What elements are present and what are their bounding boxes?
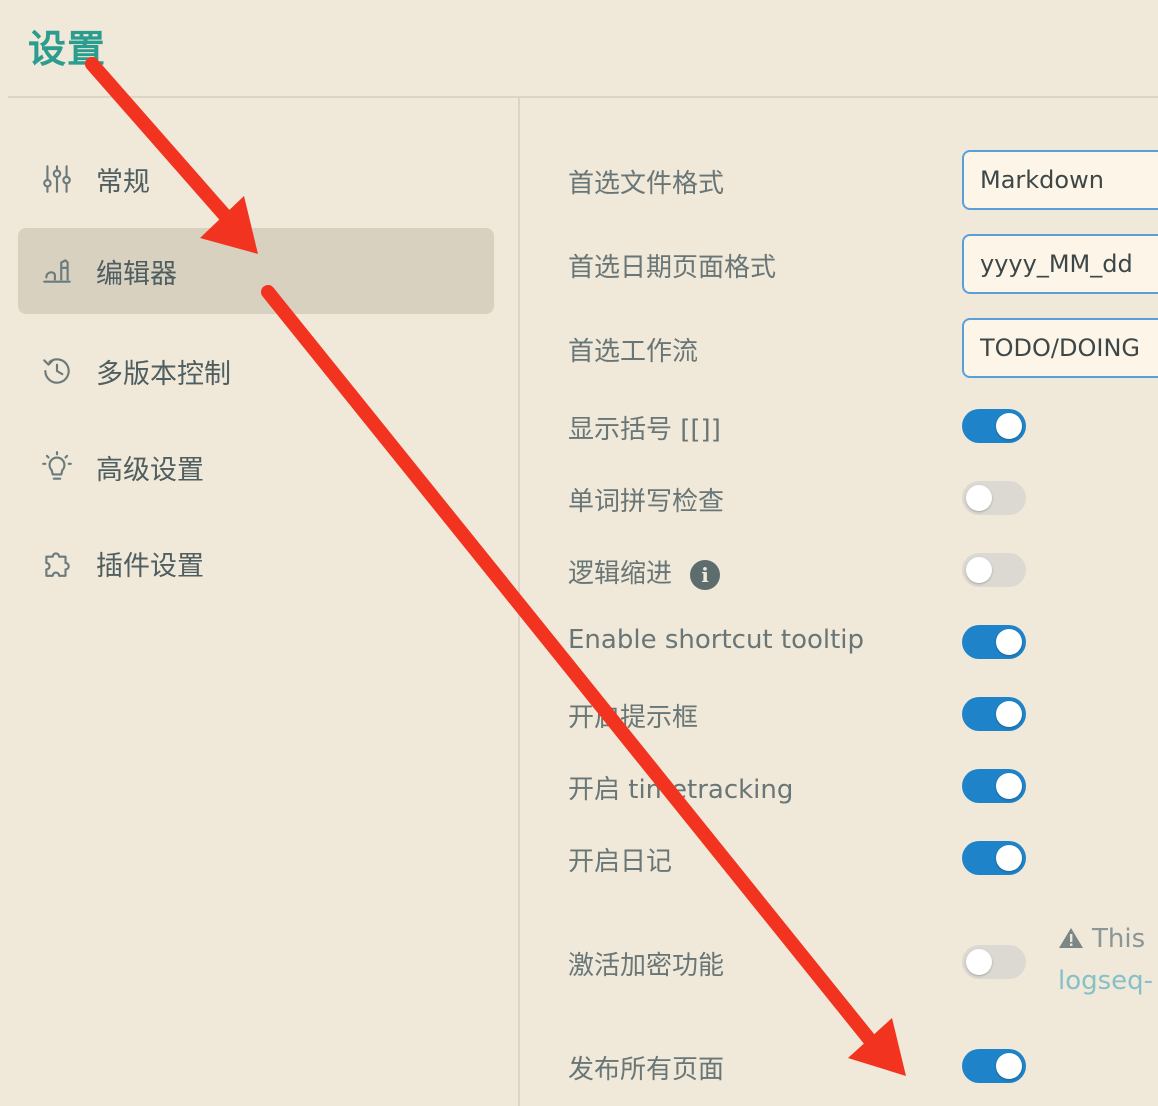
toggle-knob	[996, 701, 1022, 727]
workflow-select[interactable]	[962, 318, 1158, 378]
date-format-label: 首选日期页面格式	[568, 253, 777, 283]
sliders-icon	[38, 160, 76, 198]
encryption-label: 激活加密功能	[568, 951, 725, 981]
settings-window: 设置 常规 编辑器 多版本控制 高级设置 插件设置 首选文件格式 首选日期页面	[0, 0, 1158, 1106]
sidebar-item-advanced[interactable]: 高级设置	[18, 424, 494, 510]
warning-link[interactable]: logseq-	[1058, 966, 1153, 996]
file-format-select[interactable]	[962, 150, 1158, 210]
publish-all-label: 发布所有页面	[568, 1055, 725, 1085]
show-brackets-toggle[interactable]	[962, 409, 1026, 443]
workflow-label: 首选工作流	[568, 337, 699, 367]
logical-indent-label: 逻辑缩进	[568, 559, 673, 589]
time-tracking-label: 开启 timetracking	[568, 775, 794, 805]
date-format-select[interactable]	[962, 234, 1158, 294]
sidebar-divider	[518, 98, 520, 1106]
sidebar-item-label: 插件设置	[96, 550, 204, 582]
toggle-knob	[996, 845, 1022, 871]
time-tracking-toggle[interactable]	[962, 769, 1026, 803]
puzzle-icon	[38, 544, 76, 582]
shortcut-tooltip-toggle[interactable]	[962, 625, 1026, 659]
header-divider	[8, 96, 1158, 98]
spell-check-toggle[interactable]	[962, 481, 1026, 515]
lightbulb-icon	[38, 448, 76, 486]
sidebar-item-plugins[interactable]: 插件设置	[18, 520, 494, 606]
page-title: 设置	[28, 27, 107, 71]
history-icon	[38, 352, 76, 390]
sidebar-item-label: 常规	[96, 166, 150, 198]
sidebar-item-editor[interactable]: 编辑器	[18, 228, 494, 314]
toggle-knob	[966, 485, 992, 511]
sidebar-item-general[interactable]: 常规	[18, 136, 494, 222]
toggle-knob	[996, 629, 1022, 655]
spell-check-label: 单词拼写检查	[568, 487, 725, 517]
shortcut-tooltip-label: Enable shortcut tooltip	[568, 625, 865, 655]
warning-text: This	[1092, 924, 1146, 954]
toggle-knob	[966, 949, 992, 975]
info-icon[interactable]: i	[690, 559, 721, 590]
logical-indent-row: 逻辑缩进 i	[568, 553, 721, 590]
tooltip-toggle[interactable]	[962, 697, 1026, 731]
toggle-knob	[966, 557, 992, 583]
sidebar-item-version-control[interactable]: 多版本控制	[18, 328, 494, 414]
encryption-warning: This	[1058, 924, 1145, 957]
publish-all-toggle[interactable]	[962, 1049, 1026, 1083]
journals-label: 开启日记	[568, 847, 673, 877]
logical-indent-toggle[interactable]	[962, 553, 1026, 587]
sidebar-item-label: 编辑器	[96, 258, 177, 290]
sidebar-item-label: 高级设置	[96, 454, 204, 486]
toggle-knob	[996, 1053, 1022, 1079]
show-brackets-label: 显示括号 [[]]	[568, 415, 721, 445]
tooltip-label: 开启提示框	[568, 703, 699, 733]
warning-icon	[1058, 926, 1084, 957]
encryption-toggle[interactable]	[962, 945, 1026, 979]
journals-toggle[interactable]	[962, 841, 1026, 875]
file-format-label: 首选文件格式	[568, 169, 725, 199]
sidebar-item-label: 多版本控制	[96, 358, 231, 390]
toggle-knob	[996, 413, 1022, 439]
editor-icon	[38, 252, 76, 290]
toggle-knob	[996, 773, 1022, 799]
